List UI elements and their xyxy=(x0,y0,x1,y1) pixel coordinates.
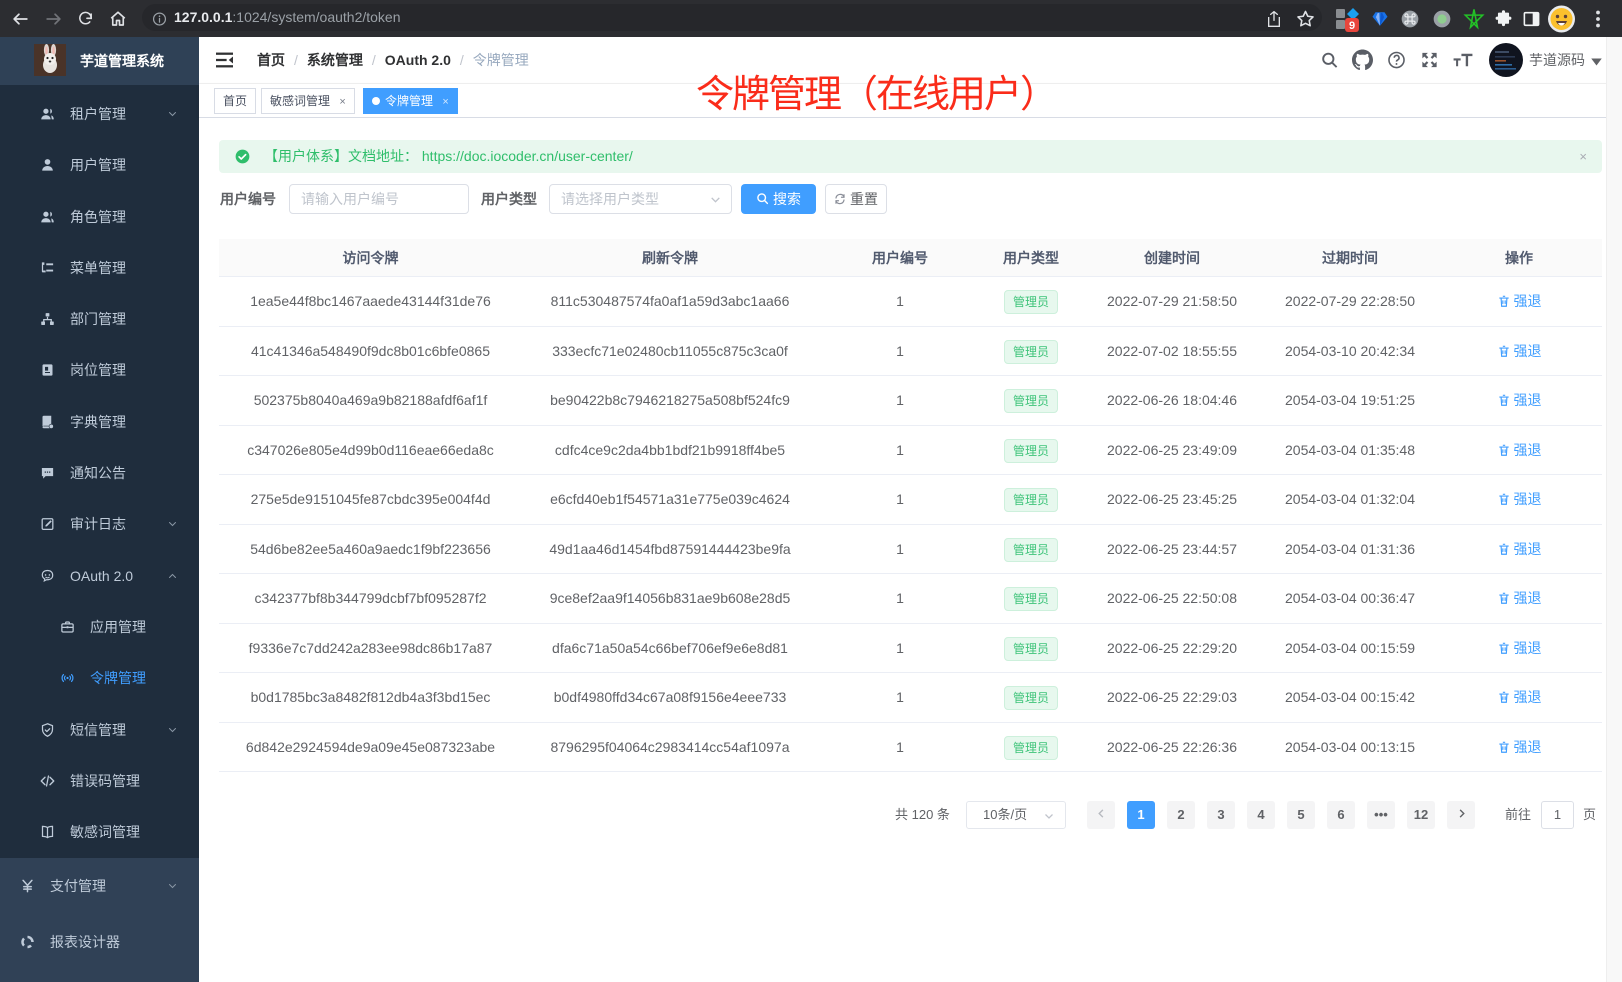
svg-text:9: 9 xyxy=(1349,20,1355,32)
